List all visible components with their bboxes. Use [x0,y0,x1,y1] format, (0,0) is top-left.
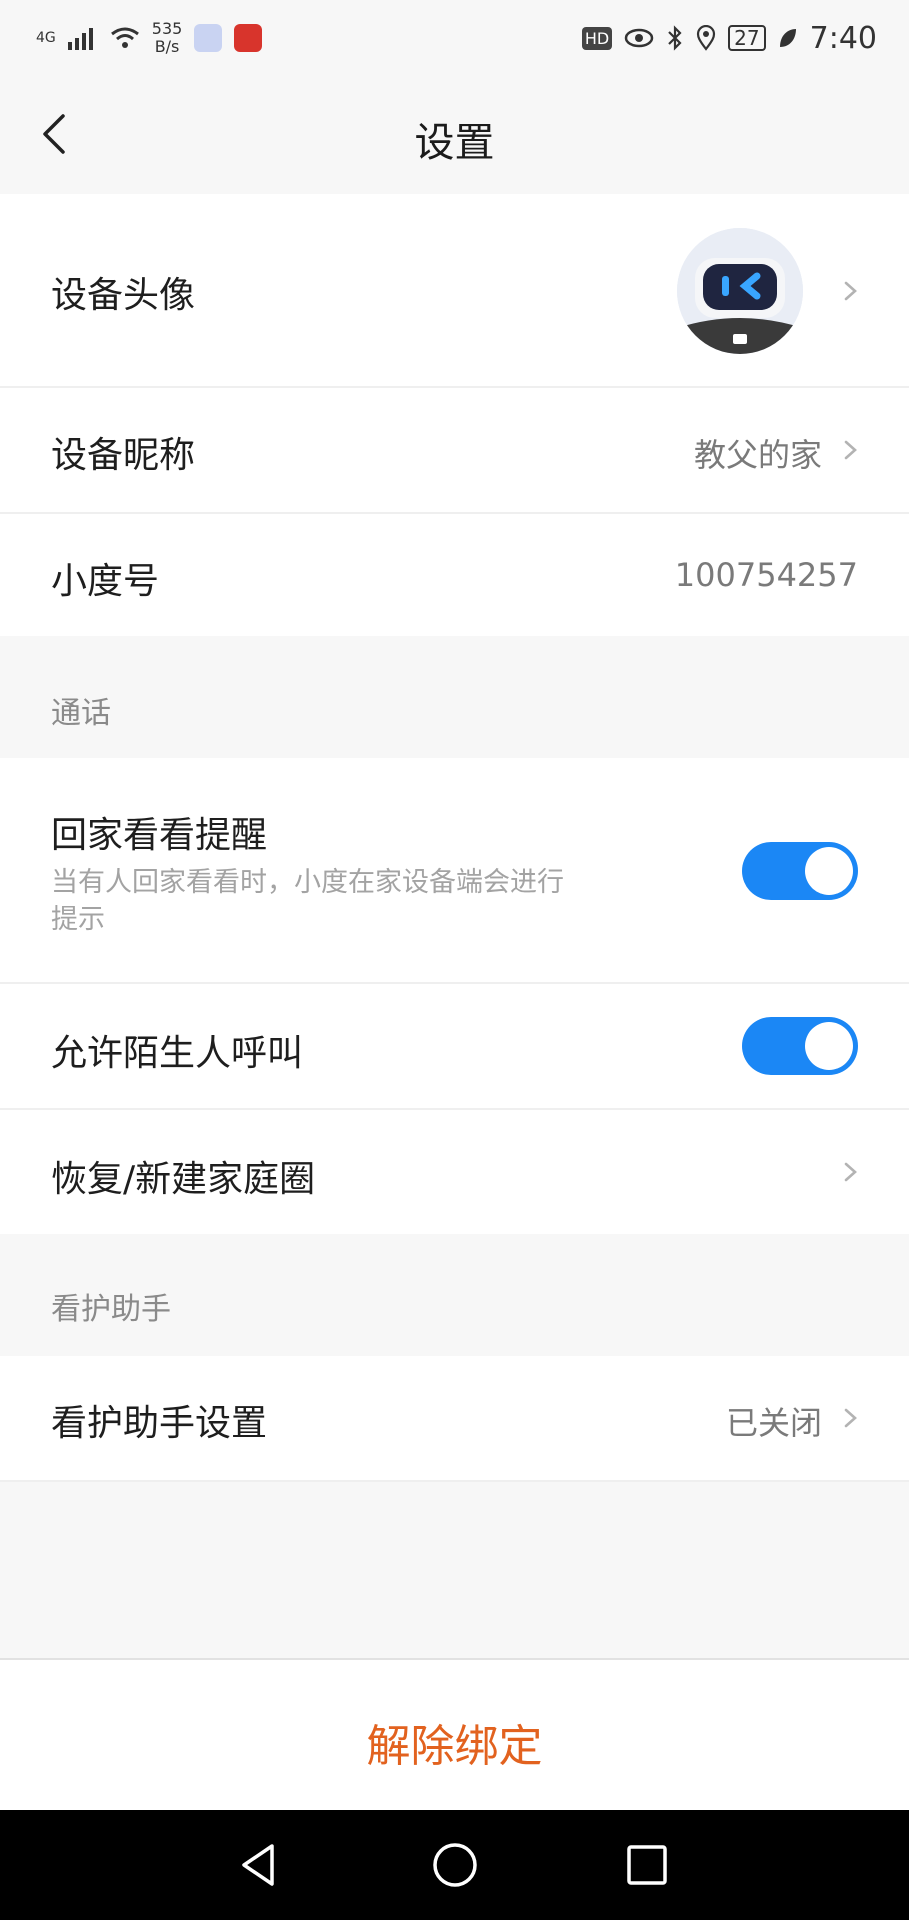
network-speed-value: 535 [151,19,183,38]
allow-strangers-row: 允许陌生人呼叫 [0,984,909,1108]
chevron-right-icon [844,1408,857,1428]
battery-level: 27 [728,25,766,51]
home-reminder-description: 当有人回家看看时，小度在家设备端会进行提示 [51,867,564,935]
clock: 7:40 [809,20,877,56]
restore-family-label: 恢复/新建家庭圈 [51,1159,316,1200]
home-circle-icon[interactable] [428,1838,482,1892]
bluetooth-icon [668,25,682,51]
allow-strangers-toggle[interactable] [742,1017,858,1075]
device-avatar[interactable] [677,228,803,354]
care-settings-value: 已关闭 [725,1404,822,1442]
leaf-icon [779,29,796,47]
device-id-value: 100754257 [674,556,858,594]
signal-icon [67,28,93,50]
care-settings-label: 看护助手设置 [51,1403,268,1444]
home-reminder-toggle[interactable] [742,842,858,900]
home-reminder-row: 回家看看提醒 当有人回家看看时，小度在家设备端会进行提示 [0,758,909,982]
location-icon [697,25,716,51]
network-speed-unit: B/s [154,37,180,56]
system-nav-bar [0,1810,909,1920]
nav-bar: 设置 [0,76,909,194]
hd-badge: HD [581,26,613,50]
eye-icon [624,28,654,48]
unbind-button[interactable]: 解除绑定 [0,1658,909,1812]
unbind-label: 解除绑定 [366,1721,543,1772]
allow-strangers-label: 允许陌生人呼叫 [51,1033,304,1074]
device-nickname-row[interactable]: 设备昵称 教父的家 [0,388,909,512]
chevron-right-icon [844,281,857,301]
device-nickname-label: 设备昵称 [51,435,196,476]
wifi-icon [110,27,139,48]
home-reminder-label: 回家看看提醒 [51,815,268,856]
robot-app-icon [194,24,223,52]
divider [0,1480,909,1482]
page-title: 设置 [414,120,495,166]
red-app-icon [234,24,263,52]
call-section-header: 通话 [0,636,909,758]
restore-family-row[interactable]: 恢复/新建家庭圈 [0,1110,909,1234]
back-triangle-icon[interactable] [232,1838,286,1892]
device-avatar-label: 设备头像 [51,275,196,316]
network-speed: 535 B/s [152,20,183,56]
network-type: 4G [36,30,56,46]
robot-avatar-icon [677,228,803,354]
chevron-right-icon [844,1162,857,1182]
device-id-label: 小度号 [51,561,160,602]
device-id-row: 小度号 100754257 [0,514,909,636]
care-section-header: 看护助手 [0,1234,909,1356]
call-section-title: 通话 [51,696,111,731]
care-settings-row[interactable]: 看护助手设置 已关闭 [0,1356,909,1480]
status-bar-right: HD 27 7:40 [581,20,877,56]
toggle-knob [805,1022,853,1070]
toggle-knob [805,847,853,895]
status-bar: 4G 535 B/s HD 27 7:40 [0,0,909,76]
device-nickname-value: 教父的家 [693,436,822,474]
chevron-right-icon [844,440,857,460]
recents-square-icon[interactable] [620,1838,674,1892]
care-section-title: 看护助手 [51,1292,171,1327]
status-bar-left: 4G 535 B/s [36,20,263,56]
